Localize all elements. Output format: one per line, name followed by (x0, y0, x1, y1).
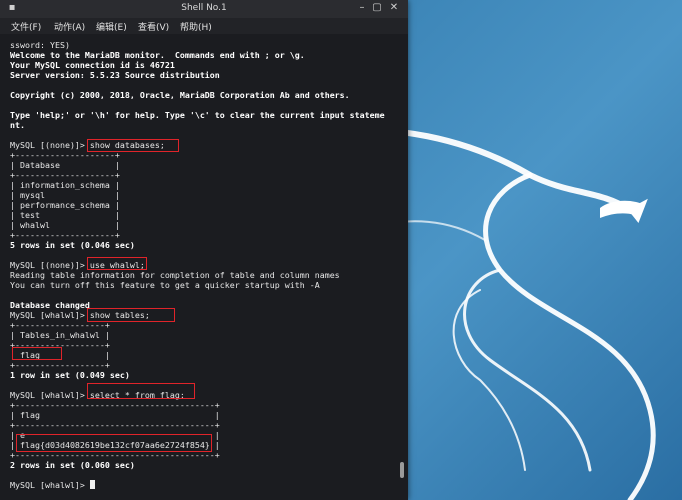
menu-action[interactable]: 动作(A) (54, 20, 85, 33)
terminal-line: | whalwl | (10, 220, 120, 230)
terminal-line: 2 rows in set (0.060 sec) (10, 460, 135, 470)
menu-view[interactable]: 查看(V) (138, 20, 169, 33)
window-titlebar[interactable]: ▪ Shell No.1 – ▢ ✕ (0, 0, 408, 18)
window-title: Shell No.1 (181, 3, 227, 13)
terminal-cursor (89, 480, 95, 489)
menu-file[interactable]: 文件(F) (11, 20, 41, 33)
scrollbar-thumb[interactable] (400, 462, 404, 478)
menu-help[interactable]: 帮助(H) (180, 20, 212, 33)
highlight-use-whalwl (87, 257, 147, 270)
terminal-line: | mysql | (10, 190, 120, 200)
terminal-window[interactable]: ▪ Shell No.1 – ▢ ✕ 文件(F) 动作(A) 编辑(E) 查看(… (0, 0, 408, 500)
terminal-line: | Database | (10, 160, 120, 170)
terminal-line: +---------------------------------------… (10, 420, 220, 430)
close-icon[interactable]: ✕ (388, 2, 400, 14)
terminal-line: | test | (10, 210, 120, 220)
terminal-line: Reading table information for completion… (10, 270, 340, 280)
terminal-line: 5 rows in set (0.046 sec) (10, 240, 135, 250)
terminal-output[interactable]: ssword: YES) Welcome to the MariaDB monit… (0, 34, 398, 500)
terminal-line: 1 row in set (0.049 sec) (10, 370, 130, 380)
terminal-line: nt. (10, 120, 25, 130)
terminal-line: You can turn off this feature to get a q… (10, 280, 320, 290)
highlight-show-databases (87, 139, 179, 152)
terminal-line: +--------------------+ (10, 230, 120, 240)
highlight-flag-table (12, 347, 62, 360)
terminal-line: Server version: 5.5.23 Source distributi… (10, 70, 220, 80)
terminal-line: Welcome to the MariaDB monitor. Commands… (10, 50, 305, 60)
terminal-line: Type 'help;' or '\h' for help. Type '\c'… (10, 110, 385, 120)
terminal-line: +--------------------+ (10, 170, 120, 180)
menu-bar: 文件(F) 动作(A) 编辑(E) 查看(V) 帮助(H) (0, 18, 408, 34)
terminal-line: | flag | (10, 410, 220, 420)
terminal-line: | performance_schema | (10, 200, 120, 210)
highlight-show-tables (87, 308, 175, 322)
maximize-icon[interactable]: ▢ (371, 2, 383, 14)
terminal-line: MySQL [whalwl]> (10, 480, 95, 490)
terminal-line: | Tables_in_whalwl | (10, 330, 110, 340)
terminal-line: +---------------------------------------… (10, 400, 220, 410)
scrollbar[interactable] (398, 34, 408, 500)
menu-edit[interactable]: 编辑(E) (96, 20, 127, 33)
terminal-line: +------------------+ (10, 360, 110, 370)
highlight-select-query (87, 383, 195, 399)
minimize-icon[interactable]: – (356, 2, 368, 14)
highlight-flag-value (16, 434, 212, 452)
terminal-line: Database changed (10, 300, 90, 310)
terminal-line: ssword: YES) (10, 40, 70, 50)
terminal-line: Copyright (c) 2000, 2018, Oracle, MariaD… (10, 90, 350, 100)
terminal-line: Your MySQL connection id is 46721 (10, 60, 175, 70)
terminal-line: | information_schema | (10, 180, 120, 190)
